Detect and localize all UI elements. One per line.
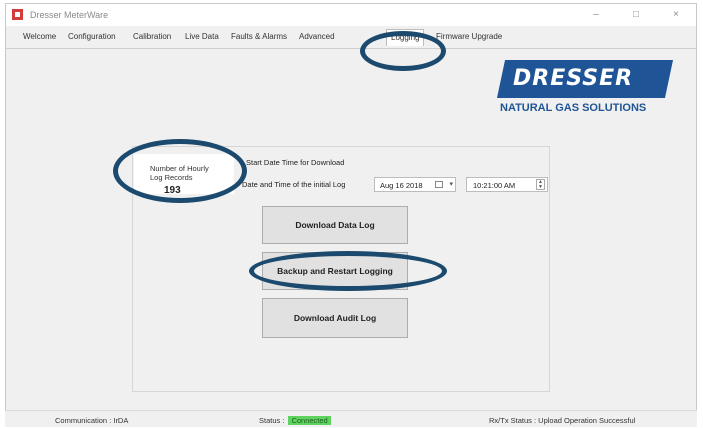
- status-label: Status :: [259, 416, 285, 425]
- tab-logging[interactable]: Logging: [386, 29, 425, 46]
- hourly-records-value: 193: [164, 185, 181, 196]
- status-bar: Communication : IrDA Status : Connected R…: [5, 410, 697, 427]
- title-bar: Dresser MeterWare – □ ×: [6, 4, 696, 26]
- tab-welcome[interactable]: Welcome: [23, 31, 56, 43]
- rxtx-status: Rx/Tx Status : Upload Operation Successf…: [489, 416, 636, 425]
- tab-configuration[interactable]: Configuration: [68, 31, 116, 43]
- tab-strip: Welcome Configuration Calibration Live D…: [6, 26, 696, 49]
- minimize-button[interactable]: –: [576, 6, 616, 24]
- close-button[interactable]: ×: [656, 6, 696, 24]
- window-title: Dresser MeterWare: [30, 10, 109, 20]
- date-picker[interactable]: Aug 16 2018 ▾: [374, 177, 456, 192]
- tab-calibration[interactable]: Calibration: [133, 31, 171, 43]
- download-data-log-button[interactable]: Download Data Log: [262, 206, 408, 244]
- logo-subtitle: NATURAL GAS SOLUTIONS: [500, 102, 647, 114]
- hourly-records-label: Number of Hourly Log Records: [150, 164, 209, 182]
- tab-advanced[interactable]: Advanced: [299, 31, 335, 43]
- hourly-records-box: Number of Hourly Log Records 193: [134, 154, 234, 196]
- chevron-down-icon[interactable]: ▾: [449, 180, 453, 188]
- time-spinner-icon[interactable]: ▲ ▼: [536, 179, 545, 190]
- download-audit-log-button[interactable]: Download Audit Log: [262, 298, 408, 338]
- backup-restart-logging-button[interactable]: Backup and Restart Logging: [262, 252, 408, 290]
- date-value: Aug 16 2018: [380, 181, 423, 190]
- tab-firmware-upgrade[interactable]: Firmware Upgrade: [436, 31, 502, 43]
- app-icon: [12, 9, 23, 20]
- tab-live-data[interactable]: Live Data: [185, 31, 219, 43]
- dresser-logo: DRESSER NATURAL GAS SOLUTIONS: [496, 60, 677, 130]
- start-datetime-label: Start Date Time for Download: [246, 158, 345, 167]
- connection-status: Status : Connected: [259, 416, 331, 425]
- status-badge: Connected: [288, 416, 331, 425]
- time-value: 10:21:00 AM: [473, 181, 516, 190]
- communication-status: Communication : IrDA: [55, 416, 129, 425]
- calendar-icon[interactable]: [435, 181, 443, 188]
- tab-faults-alarms[interactable]: Faults & Alarms: [231, 31, 287, 43]
- initial-log-label: Date and Time of the initial Log: [242, 180, 346, 189]
- maximize-button[interactable]: □: [616, 6, 656, 24]
- time-picker[interactable]: 10:21:00 AM ▲ ▼: [466, 177, 548, 192]
- logo-wordmark: DRESSER: [513, 66, 634, 91]
